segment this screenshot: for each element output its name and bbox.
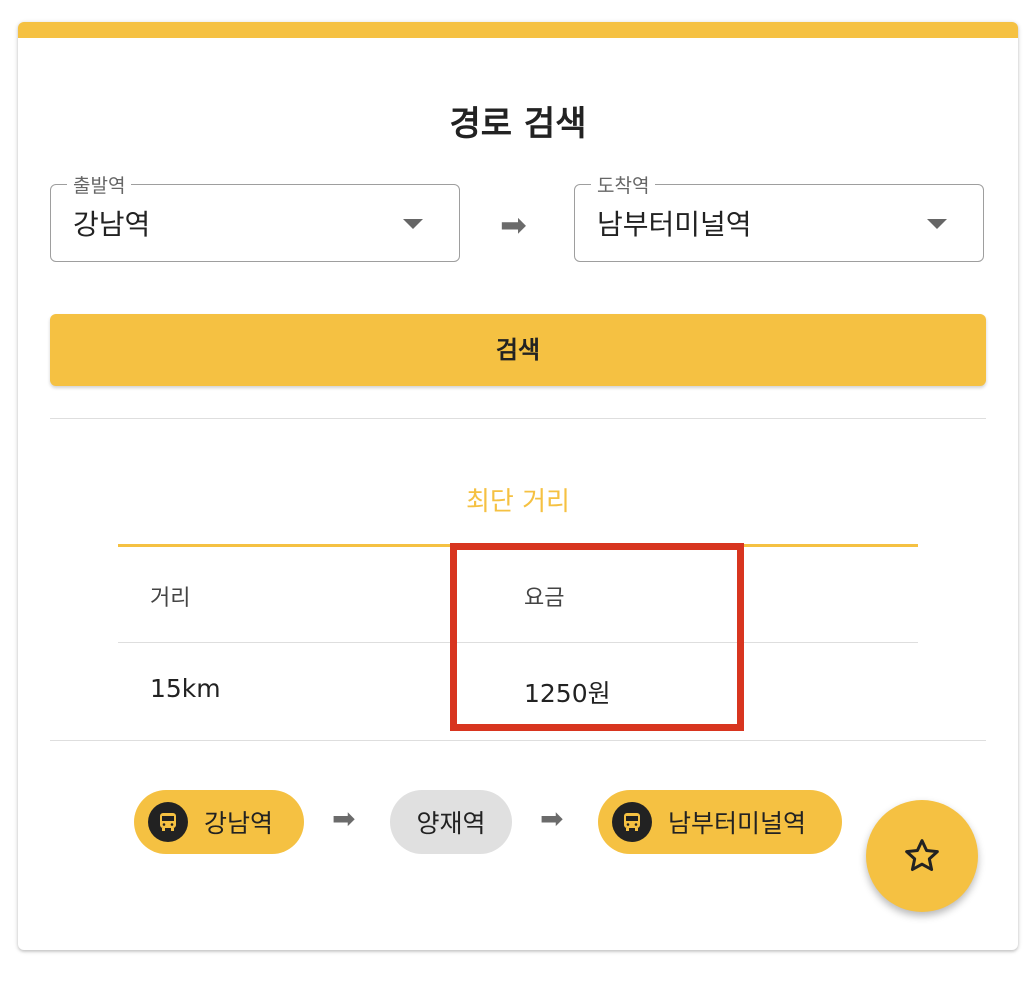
route-station-name: 양재역 bbox=[416, 809, 486, 838]
subway-icon bbox=[148, 802, 188, 842]
departure-select[interactable]: 출발역 강남역 bbox=[50, 171, 460, 262]
route-chip-end[interactable]: 남부터미널역 bbox=[598, 790, 842, 854]
route-chip-transfer[interactable]: 양재역 bbox=[390, 790, 512, 854]
fare-highlight-box bbox=[450, 543, 744, 731]
divider bbox=[50, 418, 986, 419]
arrow-right-icon: ➡ bbox=[332, 802, 356, 835]
page-title: 경로 검색 bbox=[449, 104, 587, 144]
tab-shortest-distance[interactable]: 최단 거리 bbox=[18, 481, 1018, 518]
arrival-select[interactable]: 도착역 남부터미널역 bbox=[574, 171, 984, 262]
arrival-label: 도착역 bbox=[591, 171, 656, 198]
divider bbox=[50, 740, 986, 741]
chevron-down-icon[interactable] bbox=[927, 219, 947, 229]
chevron-down-icon[interactable] bbox=[403, 219, 423, 229]
route-station-name: 남부터미널역 bbox=[668, 809, 807, 838]
favorite-button[interactable] bbox=[866, 800, 978, 912]
arrow-right-icon: ➡ bbox=[500, 206, 527, 244]
departure-label: 출발역 bbox=[67, 171, 132, 198]
arrow-right-icon: ➡ bbox=[540, 802, 564, 835]
subway-icon bbox=[612, 802, 652, 842]
departure-value: 강남역 bbox=[73, 208, 151, 241]
route-search-card: 경로 검색 출발역 강남역 ➡ 도착역 남부터미널역 검색 최단 거리 거리 요… bbox=[18, 22, 1018, 950]
route-station-name: 강남역 bbox=[204, 809, 274, 838]
arrival-value: 남부터미널역 bbox=[597, 208, 752, 241]
route-chip-start[interactable]: 강남역 bbox=[134, 790, 304, 854]
distance-value: 15km bbox=[150, 674, 221, 703]
star-icon bbox=[905, 839, 939, 871]
column-header-distance: 거리 bbox=[150, 586, 191, 611]
search-button[interactable]: 검색 bbox=[50, 314, 986, 386]
